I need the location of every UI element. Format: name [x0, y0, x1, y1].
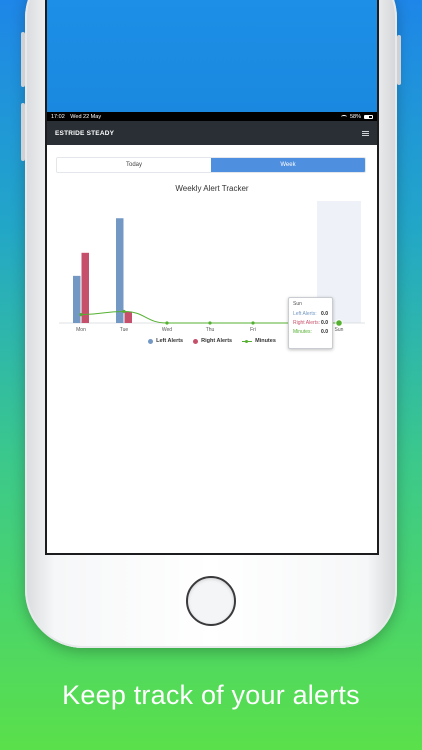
- x-tick-label: Thu: [206, 327, 215, 333]
- legend-minutes[interactable]: Minutes: [242, 338, 276, 344]
- minutes-point: [335, 319, 343, 327]
- legend-label: Left Alerts: [156, 338, 184, 344]
- bar-right-alerts: [124, 311, 132, 323]
- tooltip-value: 0.0: [321, 329, 328, 335]
- battery-icon: [364, 114, 373, 119]
- app-header: ESTRIDE STEADY: [47, 121, 377, 145]
- chart-legend: Left Alerts Right Alerts Minutes: [47, 338, 377, 344]
- top-background: [47, 0, 377, 112]
- x-tick-label: Sun: [335, 327, 344, 333]
- battery-percent: 58%: [349, 113, 361, 120]
- status-bar: 17:02 Wed 22 May 58%: [47, 112, 377, 121]
- minutes-point: [165, 321, 169, 325]
- tooltip-label: Right Alerts:: [293, 320, 320, 326]
- legend-right-alerts[interactable]: Right Alerts: [193, 338, 232, 344]
- hamburger-menu-icon[interactable]: [362, 130, 369, 136]
- tooltip-value: 0.0: [321, 311, 328, 317]
- x-tick-label: Wed: [162, 327, 172, 333]
- minutes-point: [208, 321, 212, 325]
- tab-week[interactable]: Week: [211, 158, 365, 172]
- bar-left-alerts: [116, 218, 124, 323]
- tab-today[interactable]: Today: [57, 158, 211, 172]
- x-tick-label: Fri: [250, 327, 256, 333]
- legend-swatch: [242, 339, 253, 344]
- marketing-caption: Keep track of your alerts: [62, 680, 360, 710]
- wifi-icon: [340, 114, 347, 119]
- bar-left-alerts: [73, 275, 81, 323]
- power-button: [397, 35, 401, 85]
- volume-button: [21, 103, 25, 161]
- tooltip-value: 0.0: [321, 320, 328, 326]
- x-tick-label: Tue: [120, 327, 129, 333]
- app-title: ESTRIDE STEADY: [55, 129, 115, 137]
- tooltip-label: Left Alerts:: [293, 311, 317, 317]
- legend-swatch: [193, 338, 199, 344]
- tooltip-row-left: Left Alerts: 0.0: [293, 311, 328, 317]
- legend-label: Minutes: [255, 338, 276, 344]
- chart-title: Weekly Alert Tracker: [175, 184, 249, 193]
- status-time: 17:02: [51, 113, 65, 120]
- home-button[interactable]: [186, 576, 236, 626]
- legend-label: Right Alerts: [201, 338, 233, 344]
- bar-right-alerts: [81, 252, 89, 323]
- minutes-point: [251, 321, 255, 325]
- legend-swatch: [148, 338, 154, 344]
- status-date: Wed 22 May: [70, 113, 102, 120]
- tooltip-label: Minutes:: [293, 329, 312, 335]
- minutes-point: [122, 309, 126, 314]
- period-tabs: Today Week: [56, 157, 366, 173]
- silent-switch: [21, 32, 25, 87]
- tooltip-row-minutes: Minutes: 0.0: [293, 329, 328, 335]
- x-tick-label: Mon: [76, 327, 86, 333]
- phone-screen: 17:02 Wed 22 May 58% ESTRIDE STEADY Toda…: [47, 0, 377, 553]
- minutes-point: [79, 313, 83, 317]
- tooltip-row-right: Right Alerts: 0.0: [293, 320, 328, 326]
- legend-left-alerts[interactable]: Left Alerts: [148, 338, 183, 344]
- tooltip-title: Sun: [293, 301, 302, 307]
